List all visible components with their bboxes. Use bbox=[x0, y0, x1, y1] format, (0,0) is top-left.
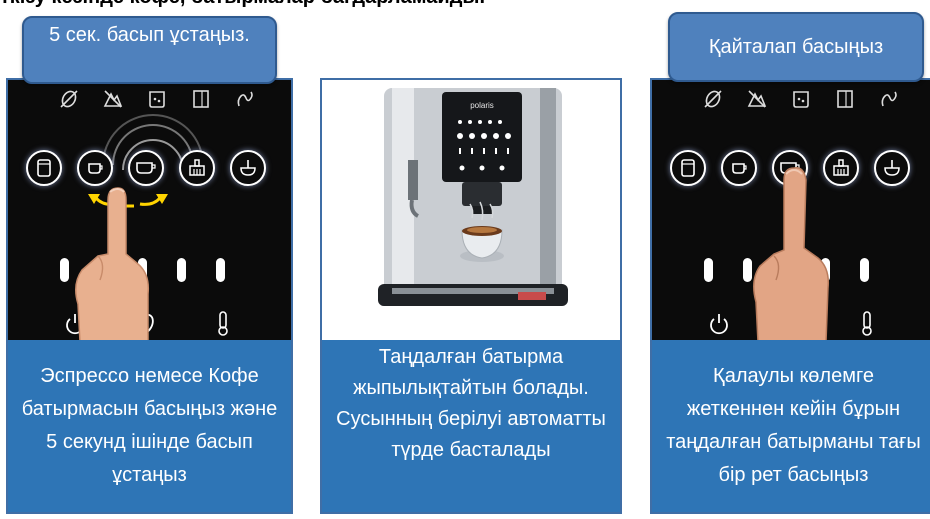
status-icon-row bbox=[58, 88, 256, 110]
indicator-dot bbox=[860, 258, 869, 282]
brand-label: polaris bbox=[470, 101, 494, 110]
drink-button-row bbox=[26, 150, 266, 186]
temperature-icon bbox=[862, 311, 872, 336]
mug-icon bbox=[37, 159, 51, 177]
grounds-icon bbox=[149, 91, 165, 108]
indicator-dot bbox=[704, 258, 713, 282]
hold-callout: 5 сек. басып ұстаңыз. bbox=[22, 16, 277, 84]
coffee-button[interactable] bbox=[128, 150, 164, 186]
coffee-cup-icon bbox=[136, 162, 156, 174]
water-tank-icon bbox=[837, 90, 853, 108]
pressing-finger-icon bbox=[753, 167, 830, 342]
step-panel-hold: Эспрессо немесе Кофе батырмасын басыңыз … bbox=[6, 78, 293, 514]
grounds-icon bbox=[793, 91, 809, 108]
step-panel-repeat: Қалаулы көлемге жеткеннен кейін бұрын та… bbox=[650, 78, 930, 514]
step-caption: Эспрессо немесе Кофе батырмасын басыңыз … bbox=[8, 340, 291, 512]
repeat-callout: Қайталап басыңыз bbox=[668, 12, 924, 82]
hot-water-button[interactable] bbox=[874, 150, 910, 186]
no-beans-icon bbox=[60, 90, 78, 108]
pressing-finger-icon bbox=[75, 187, 150, 342]
coffee-machine-image: polaris bbox=[322, 80, 620, 342]
hot-water-icon bbox=[884, 160, 900, 176]
steam-icon bbox=[881, 91, 897, 107]
water-tank-icon bbox=[193, 90, 209, 108]
mug-icon bbox=[681, 159, 695, 177]
espresso-cup-icon bbox=[88, 163, 103, 174]
cleaning-button[interactable] bbox=[179, 150, 215, 186]
descale-icon bbox=[747, 90, 767, 108]
power-icon bbox=[710, 314, 728, 335]
hot-water-icon bbox=[240, 160, 256, 176]
cleaning-icon bbox=[189, 159, 205, 176]
indicator-dot bbox=[177, 258, 186, 282]
page-heading: ткізу кезінде кофе, батырмалар бағдарлам… bbox=[0, 0, 485, 9]
step-panel-brewing: polaris Таңдалған батырма жыпылықтайтын … bbox=[320, 78, 622, 514]
temperature-icon bbox=[218, 311, 228, 336]
status-icon-row bbox=[702, 88, 900, 110]
coffee-machine-icon: polaris bbox=[378, 88, 568, 306]
steam-icon bbox=[237, 91, 253, 107]
control-panel-image bbox=[8, 80, 291, 342]
indicator-dot bbox=[216, 258, 225, 282]
descale-icon bbox=[103, 90, 123, 108]
step-caption: Қалаулы көлемге жеткеннен кейін бұрын та… bbox=[652, 340, 930, 512]
mug-button[interactable] bbox=[26, 150, 62, 186]
step-caption: Таңдалған батырма жыпылықтайтын болады. … bbox=[322, 340, 620, 512]
espresso-button[interactable] bbox=[77, 150, 113, 186]
control-panel-image bbox=[652, 80, 930, 342]
no-beans-icon bbox=[704, 90, 722, 108]
mug-button[interactable] bbox=[670, 150, 706, 186]
hot-water-button[interactable] bbox=[230, 150, 266, 186]
